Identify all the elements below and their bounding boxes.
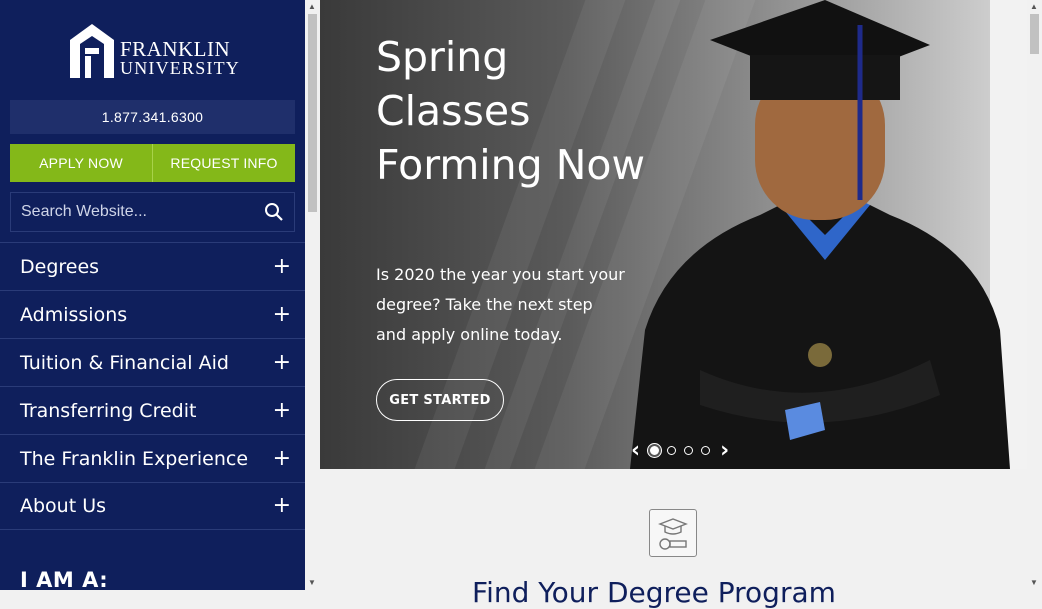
scroll-down-arrow-icon[interactable]: ▼ <box>308 578 316 587</box>
chevron-left-icon[interactable]: ‹ <box>631 438 640 463</box>
scroll-up-arrow-icon[interactable]: ▲ <box>1030 2 1038 11</box>
phone-number[interactable]: 1.877.341.6300 <box>10 100 295 134</box>
cta-buttons: APPLY NOW REQUEST INFO <box>10 144 295 182</box>
nav-item-tuition[interactable]: Tuition & Financial Aid + <box>0 338 305 386</box>
nav-item-label: Admissions <box>20 303 128 326</box>
search-icon <box>265 203 283 221</box>
slide-dot-4[interactable] <box>701 446 711 455</box>
apply-now-button[interactable]: APPLY NOW <box>10 144 152 182</box>
nav-item-label: Transferring Credit <box>20 399 197 422</box>
get-started-button[interactable]: GET STARTED <box>376 379 504 421</box>
slide-dot-3[interactable] <box>684 446 694 455</box>
franklin-logo[interactable]: FRANKLIN UNIVERSITY <box>68 22 240 80</box>
find-degree-heading: Find Your Degree Program <box>472 576 836 609</box>
logo-line-1: FRANKLIN <box>120 37 231 61</box>
page-scrollbar[interactable]: ▲ ▼ <box>1027 0 1042 590</box>
degree-icon <box>649 509 697 557</box>
plus-icon[interactable]: + <box>273 351 291 374</box>
sidebar-scrollbar-thumb[interactable] <box>308 14 317 212</box>
plus-icon[interactable]: + <box>273 303 291 326</box>
sidebar-scrollbar[interactable]: ▲ ▼ <box>305 0 320 590</box>
slide-dot-2[interactable] <box>667 446 677 455</box>
nav-item-label: About Us <box>20 495 107 517</box>
chevron-right-icon[interactable]: › <box>720 438 729 463</box>
nav-item-about-us[interactable]: About Us + <box>0 482 305 530</box>
graduate-photo <box>630 0 1027 469</box>
scroll-up-arrow-icon[interactable]: ▲ <box>308 2 316 11</box>
plus-icon[interactable]: + <box>273 495 291 517</box>
graduation-cap-icon <box>658 518 688 550</box>
page-scrollbar-thumb[interactable] <box>1030 14 1039 54</box>
nav-item-label: Degrees <box>20 255 100 278</box>
hero-text: Is 2020 the year you start your degree? … <box>376 265 625 344</box>
franklin-logo-icon <box>70 24 114 78</box>
logo-wordmark: FRANKLIN UNIVERSITY <box>120 37 240 78</box>
nav-item-franklin-experience[interactable]: The Franklin Experience + <box>0 434 305 482</box>
hero-slider: Spring Classes Forming Now Is 2020 the y… <box>320 0 1027 469</box>
search-box <box>10 192 295 232</box>
nav-item-transferring-credit[interactable]: Transferring Credit + <box>0 386 305 434</box>
search-button[interactable] <box>254 193 294 231</box>
hero-title: Spring Classes Forming Now <box>376 33 646 189</box>
scroll-down-arrow-icon[interactable]: ▼ <box>1030 578 1038 587</box>
i-am-a-heading: I AM A: <box>20 568 109 590</box>
nav-item-label: Tuition & Financial Aid <box>20 351 229 374</box>
plus-icon[interactable]: + <box>273 399 291 422</box>
nav-item-admissions[interactable]: Admissions + <box>0 290 305 338</box>
logo-line-2: UNIVERSITY <box>120 58 240 78</box>
nav-item-degrees[interactable]: Degrees + <box>0 242 305 290</box>
search-input[interactable] <box>11 192 254 232</box>
sidebar: FRANKLIN UNIVERSITY 1.877.341.6300 APPLY… <box>0 0 305 590</box>
main-nav: Degrees + Admissions + Tuition & Financi… <box>0 242 305 530</box>
plus-icon[interactable]: + <box>273 447 291 470</box>
nav-item-label: The Franklin Experience <box>20 447 249 470</box>
slide-dot-1[interactable] <box>650 446 660 455</box>
plus-icon[interactable]: + <box>273 255 291 278</box>
request-info-button[interactable]: REQUEST INFO <box>152 144 295 182</box>
slider-controls: ‹ › <box>625 438 735 463</box>
